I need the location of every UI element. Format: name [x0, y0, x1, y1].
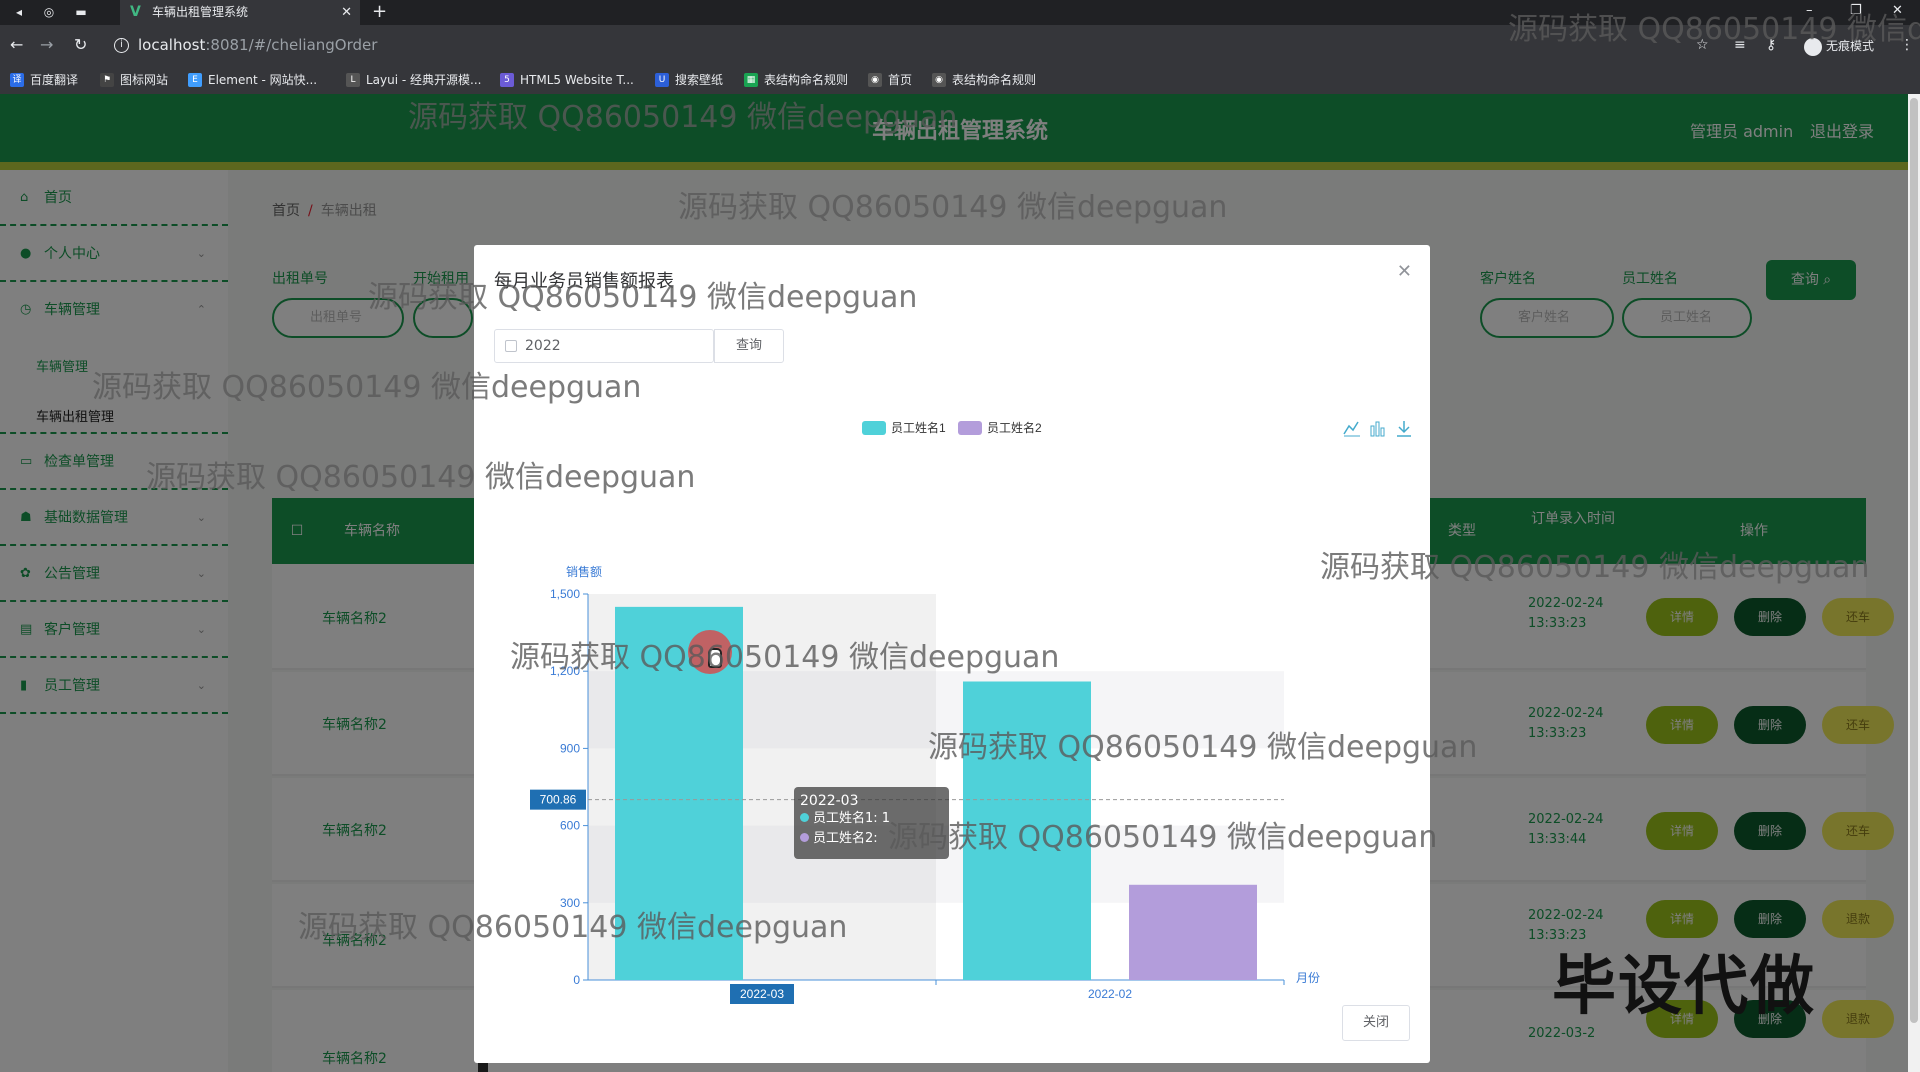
- back-icon[interactable]: ←: [10, 35, 23, 54]
- line-chart-icon[interactable]: [1343, 421, 1360, 437]
- reload-icon[interactable]: ↻: [74, 35, 87, 54]
- bookmark-item[interactable]: ◉ 表结构命名规则: [932, 66, 1036, 94]
- bookmark-icon: 译: [10, 73, 24, 87]
- bookmark-icon: ⚑: [100, 73, 114, 87]
- bookmark-item[interactable]: ⚑ 图标网站: [100, 66, 168, 94]
- close-tab-icon[interactable]: ✕: [341, 0, 352, 25]
- watermark: 源码获取 QQ86050149 微信deepguan: [678, 190, 1228, 225]
- watermark: 源码获取 QQ86050149 微信deepguan: [928, 730, 1478, 765]
- watermark: 源码获取 QQ86050149 微信deepguan: [1508, 12, 1920, 47]
- tooltip-title: 2022-03: [800, 793, 859, 809]
- bookmark-icon: ◉: [868, 73, 882, 87]
- y-tick-label: 0: [573, 973, 580, 987]
- bookmark-label: 百度翻译: [30, 73, 79, 87]
- watermark: 源码获取 QQ86050149 微信deepguan: [368, 280, 918, 315]
- bookmark-icon: ▦: [744, 73, 758, 87]
- bookmark-label: 表结构命名规则: [952, 73, 1037, 87]
- year-picker[interactable]: 2022: [494, 329, 714, 363]
- axis-pointer-y-label: 700.86: [540, 793, 577, 807]
- axis-pointer-x-label: 2022-03: [740, 987, 784, 1001]
- watermark: 源码获取 QQ86050149 微信deepguan: [408, 100, 958, 135]
- page-scrollbar[interactable]: [1908, 94, 1920, 1072]
- bookmark-label: 表结构命名规则: [764, 73, 849, 87]
- bookmark-label: Element - 网站快...: [208, 73, 318, 87]
- bookmark-item[interactable]: 5 HTML5 Website T...: [500, 66, 634, 94]
- bookmark-label: Layui - 经典开源模...: [366, 73, 482, 87]
- bookmark-icon: 5: [500, 73, 514, 87]
- watermark: 源码获取 QQ86050149 微信deepguan: [1320, 550, 1870, 585]
- watermark: 源码获取 QQ86050149 微信deepguan: [92, 370, 642, 405]
- dialog-close-button[interactable]: 关闭: [1342, 1005, 1410, 1041]
- x-tick-label: 2022-02: [1088, 987, 1132, 1001]
- x-axis-title: 月份: [1296, 971, 1320, 985]
- legend-swatch: [862, 421, 886, 435]
- audio-icon[interactable]: ◂: [10, 4, 28, 21]
- browser-tab[interactable]: V 车辆出租管理系统 ✕: [120, 0, 360, 25]
- year-value: 2022: [525, 338, 561, 354]
- bookmarks-bar: 译百度翻译 ⚑ 图标网站 E Element - 网站快... L Layui - 经…: [0, 66, 1920, 94]
- bookmark-item[interactable]: ▦ 表结构命名规则: [744, 66, 848, 94]
- bookmark-item[interactable]: 译百度翻译: [10, 66, 78, 94]
- bar-员工姓名2: [1129, 884, 1257, 980]
- watermark: 源码获取 QQ86050149 微信deepguan: [510, 640, 1060, 675]
- legend-swatch: [958, 421, 982, 435]
- tab-title: 车辆出租管理系统: [152, 5, 249, 19]
- url-host: localhost: [138, 36, 206, 54]
- promo-badge-text: 毕设代做: [1552, 950, 1816, 1024]
- watermark: 源码获取 QQ86050149 微信deepguan: [888, 820, 1438, 855]
- bookmark-label: 搜索壁纸: [675, 73, 724, 87]
- url-field[interactable]: i localhost:8081/#/cheliangOrder: [108, 31, 1708, 60]
- bookmark-icon: E: [188, 73, 202, 87]
- download-icon[interactable]: [1397, 421, 1411, 437]
- bookmark-icon: U: [655, 73, 669, 87]
- bookmark-label: 首页: [888, 73, 913, 87]
- window-icon[interactable]: ▬: [72, 4, 90, 21]
- bar-chart-icon[interactable]: [1370, 421, 1385, 437]
- url-path: :8081/#/cheliangOrder: [205, 36, 378, 54]
- bookmark-icon: ◉: [932, 73, 946, 87]
- year-query-button[interactable]: 查询: [714, 329, 784, 363]
- info-icon[interactable]: i: [114, 38, 129, 53]
- vue-logo-icon: V: [130, 4, 141, 20]
- new-tab-icon[interactable]: +: [372, 0, 387, 24]
- scrollbar-thumb[interactable]: [1910, 98, 1918, 1023]
- bookmark-label: 图标网站: [120, 73, 169, 87]
- series-dot: [800, 833, 809, 842]
- forward-icon[interactable]: →: [40, 35, 53, 54]
- legend-label: 员工姓名1: [891, 420, 946, 435]
- series-dot: [800, 813, 809, 822]
- y-tick-label: 1,500: [550, 587, 580, 601]
- watermark: 源码获取 QQ86050149 微信deepguan: [146, 460, 696, 495]
- bookmark-label: HTML5 Website T...: [520, 73, 634, 87]
- tooltip-row-text: 员工姓名2:: [813, 831, 878, 846]
- bookmark-item[interactable]: E Element - 网站快...: [188, 66, 317, 94]
- bookmark-icon: L: [346, 73, 360, 87]
- legend-label: 员工姓名2: [987, 420, 1042, 435]
- calendar-icon: [505, 340, 517, 352]
- y-axis-title: 销售额: [566, 564, 602, 579]
- y-tick-label: 600: [560, 819, 580, 833]
- bookmark-item[interactable]: U 搜索壁纸: [655, 66, 723, 94]
- bookmark-item[interactable]: L Layui - 经典开源模...: [346, 66, 481, 94]
- globe-icon[interactable]: ◎: [40, 4, 58, 21]
- tooltip-row-text: 员工姓名1: 1: [813, 811, 891, 826]
- y-tick-label: 900: [560, 741, 580, 755]
- close-icon[interactable]: ✕: [1397, 261, 1412, 282]
- watermark: 源码获取 QQ86050149 微信deepguan: [298, 910, 848, 945]
- bookmark-item[interactable]: ◉ 首页: [868, 66, 912, 94]
